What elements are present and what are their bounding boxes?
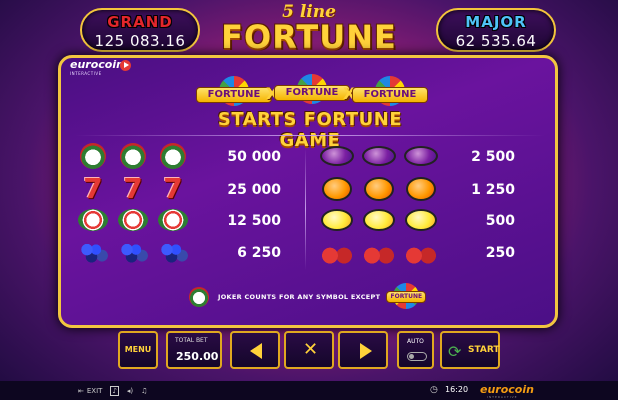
previous-page-button[interactable] (230, 331, 280, 369)
payout-value: 50 000 (227, 149, 281, 165)
brand-sub: INTERACTIVE (70, 71, 102, 76)
game-logo: 5 line FORTUNE (215, 2, 403, 62)
clock-time: 16:20 (445, 385, 469, 394)
badge-text: FORTUNE (352, 87, 428, 103)
starts-fortune-title: STARTS FORTUNE GAME (217, 109, 403, 151)
footer-brand-sub: INTERACTIVE (487, 395, 518, 399)
close-paytable-button[interactable]: ✕ (284, 331, 334, 369)
sound-settings-button[interactable]: ♪ (110, 385, 119, 396)
autoplay-toggle[interactable]: AUTO (397, 331, 434, 369)
volume-icon: ◂) (126, 386, 134, 395)
joker-note: JOKER COUNTS FOR ANY SYMBOL EXCEPT FORTU… (186, 283, 427, 310)
badge-text: FORTUNE (386, 291, 427, 303)
lemon-icon (362, 207, 396, 233)
grand-label: GRAND (107, 13, 173, 31)
payout-value: 12 500 (227, 213, 281, 229)
joker-icon (116, 143, 150, 169)
joker-note-text: JOKER COUNTS FOR ANY SYMBOL EXCEPT (218, 293, 381, 301)
badge-text: FORTUNE (274, 85, 350, 101)
start-label: START (468, 345, 500, 355)
grand-jackpot: GRAND 125 083.16 (80, 8, 200, 52)
cherry-icon (320, 239, 354, 265)
arrow-left-icon (250, 343, 262, 359)
total-bet-button[interactable]: TOTAL BET 250.00 (166, 331, 222, 369)
orange-icon (362, 176, 396, 202)
speaker-icon: ♪ (112, 386, 117, 395)
status-bar: ⇤ EXIT ♪ ◂) ♫ ◷ 16:20 eurocoin INTERACTI… (0, 381, 618, 400)
plum-icon (320, 143, 354, 169)
logo-title: FORTUNE (221, 18, 397, 56)
payout-value: 500 (485, 213, 515, 229)
column-divider (305, 148, 306, 270)
clock-icon: ◷ (430, 385, 438, 395)
major-label: MAJOR (465, 13, 527, 31)
seven-icon: 7 (83, 172, 103, 205)
seven-icon: 7 (163, 172, 183, 205)
fortune-badge: FORTUNE (196, 76, 272, 108)
grapes-icon (76, 239, 110, 265)
fortune-badge: FORTUNE (386, 283, 427, 309)
joker-icon (156, 143, 190, 169)
payout-value: 6 250 (237, 245, 281, 261)
badge-text: FORTUNE (196, 87, 272, 103)
payout-value: 1 250 (471, 182, 515, 198)
exit-button[interactable]: ⇤ EXIT (78, 387, 102, 395)
grapes-icon (116, 239, 150, 265)
grand-value: 125 083.16 (94, 32, 186, 50)
music-button[interactable]: ♫ (141, 387, 147, 395)
major-jackpot: MAJOR 62 535.64 (436, 8, 556, 52)
payout-value: 2 500 (471, 149, 515, 165)
spin-icon: ⟳ (448, 342, 462, 361)
music-icon: ♫ (141, 386, 148, 395)
fortune-badge: FORTUNE (274, 74, 350, 106)
exit-icon: ⇤ (78, 386, 84, 395)
auto-label: AUTO (407, 338, 424, 345)
orange-icon (320, 176, 354, 202)
seven-icon: 7 (123, 172, 143, 205)
grapes-icon (156, 239, 190, 265)
total-bet-label: TOTAL BET (175, 337, 208, 344)
fortune-badge: FORTUNE (352, 76, 428, 108)
watermelon-icon (116, 207, 150, 233)
joker-icon (76, 143, 110, 169)
play-icon (120, 60, 131, 71)
cherry-icon (362, 239, 396, 265)
plum-icon (362, 143, 396, 169)
joker-icon (186, 284, 212, 310)
exit-label: EXIT (86, 386, 103, 395)
volume-button[interactable]: ◂) (127, 387, 133, 395)
next-page-button[interactable] (338, 331, 388, 369)
major-value: 62 535.64 (455, 32, 537, 50)
payout-value: 25 000 (227, 182, 281, 198)
close-icon: ✕ (303, 339, 319, 360)
payout-value: 250 (485, 245, 515, 261)
watermelon-icon (156, 207, 190, 233)
total-bet-value: 250.00 (176, 350, 219, 363)
menu-button[interactable]: MENU (118, 331, 158, 369)
lemon-icon (320, 207, 354, 233)
divider (75, 135, 545, 136)
start-button[interactable]: ⟳ START (440, 331, 500, 369)
watermelon-icon (76, 207, 110, 233)
brand-logo: eurocoin INTERACTIVE (70, 58, 131, 80)
toggle-switch[interactable] (407, 352, 427, 361)
arrow-right-icon (360, 343, 372, 359)
